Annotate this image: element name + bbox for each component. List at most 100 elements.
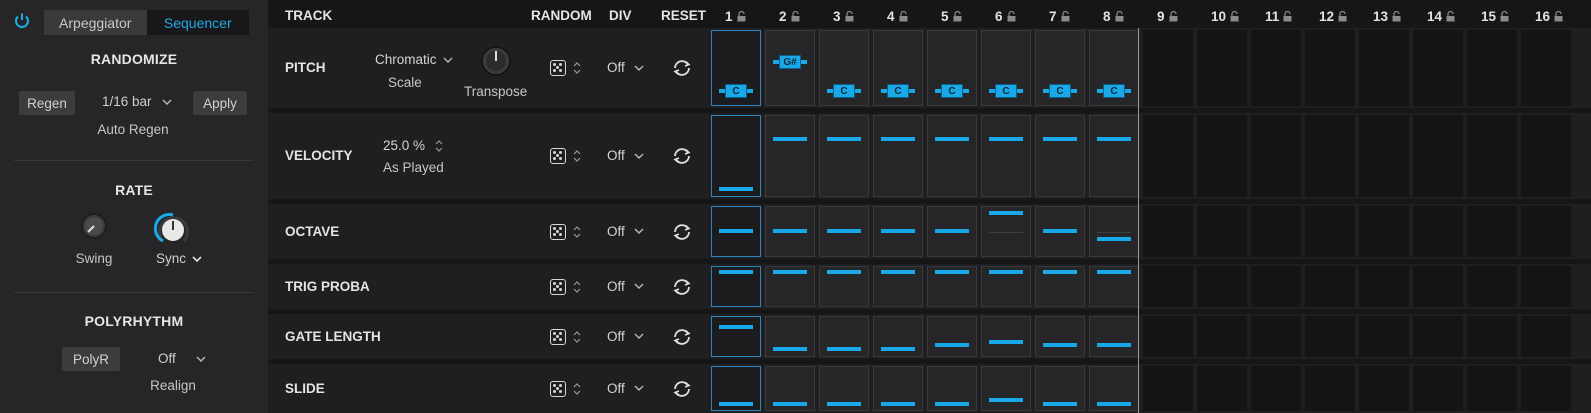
step-cell-14[interactable]	[1413, 266, 1463, 307]
lock-icon[interactable]	[1115, 11, 1124, 22]
reset-icon[interactable]	[671, 57, 693, 79]
dice-icon[interactable]	[550, 60, 566, 76]
step-cell-9[interactable]	[1143, 366, 1193, 411]
step-cell-14[interactable]	[1413, 206, 1463, 257]
lock-icon[interactable]	[1283, 11, 1292, 22]
step-cell-5[interactable]: C	[927, 30, 977, 106]
step-cell-6[interactable]	[981, 316, 1031, 357]
step-cell-5[interactable]	[927, 206, 977, 257]
random-stepper-icon[interactable]	[573, 61, 581, 75]
step-cell-15[interactable]	[1467, 206, 1517, 257]
step-cell-7[interactable]	[1035, 115, 1085, 197]
div-dropdown[interactable]: Off	[607, 60, 644, 75]
step-cell-2[interactable]	[765, 316, 815, 357]
step-cell-14[interactable]	[1413, 115, 1463, 197]
lock-icon[interactable]	[1061, 11, 1070, 22]
step-cell-12[interactable]	[1305, 266, 1355, 307]
step-cell-12[interactable]	[1305, 316, 1355, 357]
div-dropdown[interactable]: Off	[607, 381, 644, 396]
step-cell-5[interactable]	[927, 316, 977, 357]
lock-icon[interactable]	[1446, 11, 1455, 22]
step-cell-3[interactable]	[819, 366, 869, 411]
step-cell-14[interactable]	[1413, 316, 1463, 357]
lock-icon[interactable]	[899, 11, 908, 22]
step-cell-6[interactable]	[981, 266, 1031, 307]
step-cell-5[interactable]	[927, 115, 977, 197]
lock-icon[interactable]	[1338, 11, 1347, 22]
random-stepper-icon[interactable]	[573, 149, 581, 163]
lock-icon[interactable]	[737, 11, 746, 22]
dice-icon[interactable]	[550, 278, 566, 295]
random-stepper-icon[interactable]	[573, 330, 581, 344]
step-cell-15[interactable]	[1467, 366, 1517, 411]
reset-icon[interactable]	[671, 378, 693, 400]
step-cell-11[interactable]	[1251, 206, 1301, 257]
step-cell-4[interactable]	[873, 266, 923, 307]
step-cell-6[interactable]: C	[981, 30, 1031, 106]
step-cell-13[interactable]	[1359, 30, 1409, 106]
step-cell-1[interactable]	[711, 266, 761, 307]
step-cell-1[interactable]	[711, 115, 761, 197]
lock-icon[interactable]	[1554, 11, 1563, 22]
div-dropdown[interactable]: Off	[607, 148, 644, 163]
random-stepper-icon[interactable]	[573, 225, 581, 239]
step-cell-12[interactable]	[1305, 30, 1355, 106]
step-cell-6[interactable]	[981, 206, 1031, 257]
reset-icon[interactable]	[671, 221, 693, 243]
step-cell-9[interactable]	[1143, 115, 1193, 197]
step-cell-10[interactable]	[1197, 115, 1247, 197]
step-cell-3[interactable]: C	[819, 30, 869, 106]
step-cell-16[interactable]	[1521, 266, 1571, 307]
sync-dropdown[interactable]: Sync	[156, 251, 202, 266]
step-cell-7[interactable]	[1035, 316, 1085, 357]
step-cell-11[interactable]	[1251, 366, 1301, 411]
reset-icon[interactable]	[671, 276, 693, 298]
step-cell-7[interactable]	[1035, 266, 1085, 307]
step-cell-15[interactable]	[1467, 316, 1517, 357]
lock-icon[interactable]	[953, 11, 962, 22]
regen-button[interactable]: Regen	[19, 91, 75, 115]
div-dropdown[interactable]: Off	[607, 279, 644, 294]
step-cell-3[interactable]	[819, 316, 869, 357]
step-cell-2[interactable]	[765, 115, 815, 197]
step-cell-3[interactable]	[819, 115, 869, 197]
tab-sequencer[interactable]: Sequencer	[146, 10, 249, 35]
step-cell-15[interactable]	[1467, 30, 1517, 106]
step-cell-2[interactable]: G#	[765, 30, 815, 106]
step-cell-8[interactable]	[1089, 115, 1139, 197]
lock-icon[interactable]	[1392, 11, 1401, 22]
step-cell-13[interactable]	[1359, 115, 1409, 197]
dice-icon[interactable]	[550, 328, 566, 345]
lock-icon[interactable]	[1007, 11, 1016, 22]
step-cell-12[interactable]	[1305, 206, 1355, 257]
step-cell-11[interactable]	[1251, 30, 1301, 106]
step-cell-16[interactable]	[1521, 366, 1571, 411]
step-cell-2[interactable]	[765, 366, 815, 411]
reset-icon[interactable]	[671, 326, 693, 348]
step-cell-16[interactable]	[1521, 206, 1571, 257]
step-cell-11[interactable]	[1251, 316, 1301, 357]
transpose-knob[interactable]	[480, 45, 512, 77]
lock-icon[interactable]	[1169, 11, 1178, 22]
lock-icon[interactable]	[845, 11, 854, 22]
step-cell-4[interactable]: C	[873, 30, 923, 106]
swing-knob[interactable]	[80, 212, 108, 240]
step-cell-7[interactable]	[1035, 366, 1085, 411]
scale-dropdown[interactable]: Chromatic	[375, 52, 453, 67]
step-cell-8[interactable]	[1089, 366, 1139, 411]
step-cell-10[interactable]	[1197, 316, 1247, 357]
step-cell-10[interactable]	[1197, 206, 1247, 257]
tab-arpeggiator[interactable]: Arpeggiator	[44, 10, 147, 35]
step-cell-13[interactable]	[1359, 266, 1409, 307]
step-cell-13[interactable]	[1359, 316, 1409, 357]
step-cell-6[interactable]	[981, 115, 1031, 197]
step-cell-5[interactable]	[927, 266, 977, 307]
step-cell-4[interactable]	[873, 115, 923, 197]
step-cell-12[interactable]	[1305, 115, 1355, 197]
polyr-button[interactable]: PolyR	[62, 347, 120, 371]
step-cell-7[interactable]: C	[1035, 30, 1085, 106]
step-cell-9[interactable]	[1143, 30, 1193, 106]
lock-icon[interactable]	[791, 11, 800, 22]
step-cell-16[interactable]	[1521, 30, 1571, 106]
step-cell-2[interactable]	[765, 266, 815, 307]
